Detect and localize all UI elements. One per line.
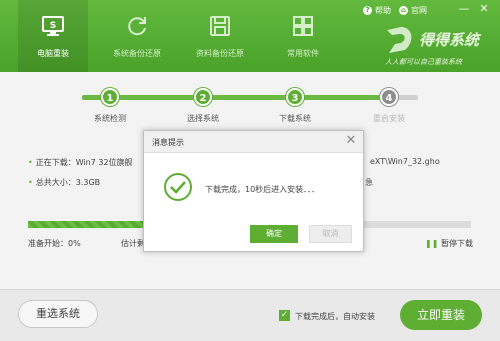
step-1-label: 系统检测	[94, 114, 126, 123]
site-label: 官网	[411, 6, 427, 15]
footer-bar: 重选系统 ✓ 下载完成后，自动安装 立即重装	[0, 289, 500, 341]
minimize-button[interactable]: —	[456, 3, 472, 17]
reselect-system-button[interactable]: 重选系统	[18, 300, 98, 328]
site-link[interactable]: ⌂ 官网	[399, 5, 427, 16]
step-4-label: 重启安装	[373, 114, 405, 123]
step-3-label: 下载系统	[279, 114, 311, 123]
auto-install-checkbox[interactable]: ✓	[279, 310, 290, 321]
total-size-text: 总共大小：3.3GB	[35, 178, 101, 187]
prep-status: 准备开始：0%	[28, 239, 81, 248]
current-download-text: 正在下载：Win7 32位旗舰	[35, 158, 133, 167]
download-progress-fill	[28, 221, 148, 228]
tab-label: 资料备份还原	[196, 49, 244, 58]
dialog-close-button[interactable]: ✕	[343, 133, 359, 149]
brand-name: 得得系统	[419, 31, 480, 49]
success-check-icon	[164, 173, 192, 201]
pause-download-button[interactable]: ❚❚ 暂停下载	[425, 238, 473, 249]
help-link[interactable]: ? 帮助	[363, 5, 391, 16]
tab-label: 系统备份还原	[113, 49, 161, 58]
bullet-icon: •	[28, 158, 33, 167]
save-icon	[210, 16, 230, 36]
grid-icon	[293, 16, 313, 36]
brand-logo: 得得系统 人人都可以自己重装系统	[383, 24, 495, 70]
message-dialog: 消息提示 ✕ 下载完成，10秒后进入安装．．． 确定 取消	[143, 130, 364, 252]
help-label: 帮助	[375, 6, 391, 15]
reinstall-now-button[interactable]: 立即重装	[400, 300, 482, 330]
help-icon: ?	[363, 6, 372, 15]
dialog-cancel-button[interactable]: 取消	[309, 225, 352, 243]
tab-pc-reinstall[interactable]: S 电脑重装	[18, 0, 88, 72]
monitor-icon: S	[42, 16, 64, 36]
dialog-ok-button[interactable]: 确定	[250, 225, 298, 243]
pause-icon: ❚❚	[425, 239, 439, 248]
total-size: • 总共大小：3.3GB	[28, 177, 100, 188]
pause-label: 暂停下载	[440, 239, 473, 248]
tab-common-software[interactable]: 常用软件	[268, 0, 338, 72]
dialog-title: 消息提示	[152, 138, 184, 147]
total-suffix: 急	[365, 178, 373, 187]
dialog-message: 下载完成，10秒后进入安装．．．	[205, 185, 320, 194]
header-bar: S 电脑重装 系统备份还原 资料备份还原 常用软件 ? 帮助 ⌂ 官网 — ✕ …	[0, 0, 500, 72]
step-4-circle: 4	[380, 88, 398, 106]
svg-text:S: S	[50, 21, 56, 31]
bullet-icon: •	[28, 178, 33, 187]
dialog-header: 消息提示 ✕	[144, 131, 363, 153]
tab-label: 常用软件	[287, 49, 319, 58]
tab-data-backup[interactable]: 资料备份还原	[185, 0, 255, 72]
step-3-circle: 3	[286, 88, 304, 106]
top-links: ? 帮助 ⌂ 官网	[363, 5, 427, 16]
close-window-button[interactable]: ✕	[476, 3, 492, 17]
refresh-icon	[128, 17, 146, 36]
estimate-status: 估计剩	[121, 239, 145, 248]
home-icon: ⌂	[399, 6, 408, 15]
download-path: eXT\Win7_32.gho	[370, 157, 440, 166]
step-progress-line	[82, 95, 382, 100]
step-1-circle: 1	[101, 88, 119, 106]
current-download: • 正在下载：Win7 32位旗舰	[28, 157, 133, 168]
step-2-label: 选择系统	[187, 114, 219, 123]
tab-label: 电脑重装	[37, 49, 69, 58]
step-2-circle: 2	[194, 88, 212, 106]
brand-slogan: 人人都可以自己重装系统	[385, 58, 462, 66]
logo-icon	[387, 27, 412, 53]
tab-system-backup[interactable]: 系统备份还原	[102, 0, 172, 72]
auto-install-label: 下载完成后，自动安装	[295, 312, 375, 321]
